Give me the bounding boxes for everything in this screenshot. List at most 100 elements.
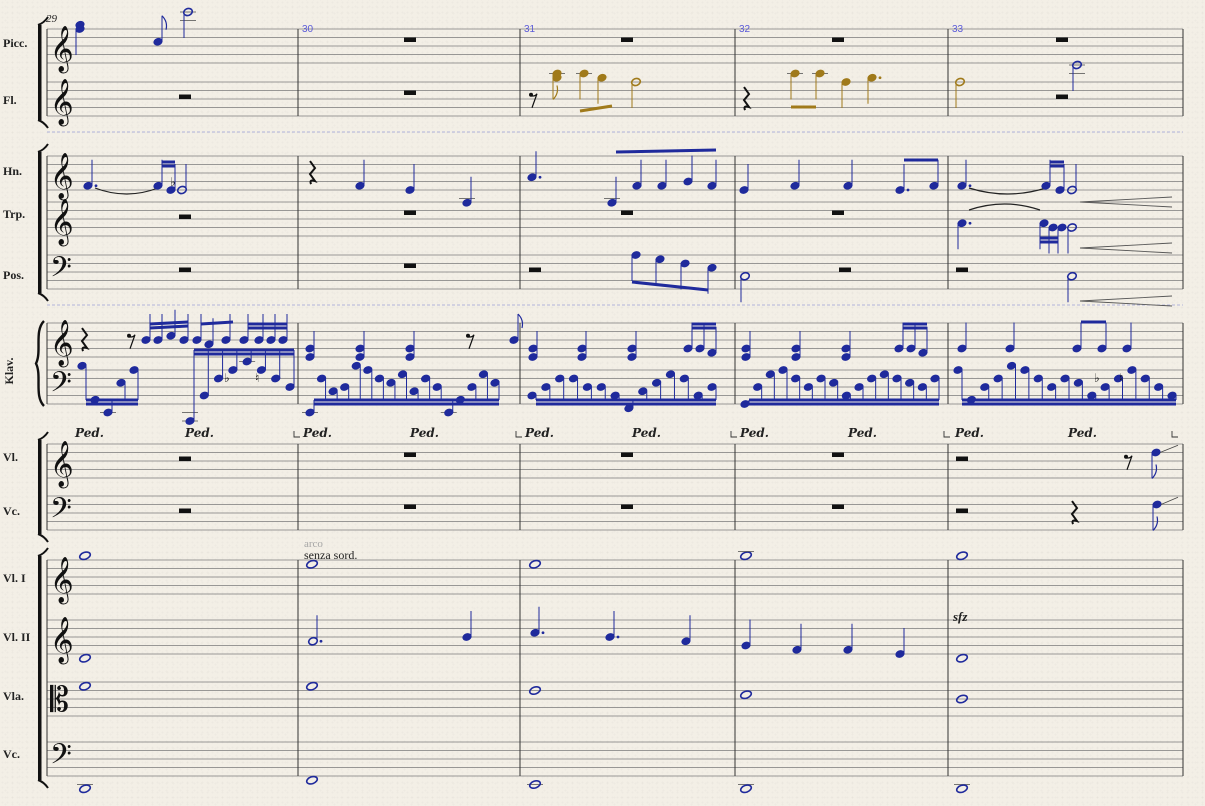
half-rest-icon	[956, 456, 968, 461]
pedal-mark: Ped.	[739, 426, 769, 440]
treble-clef-icon: 𝄞	[50, 557, 74, 605]
instrument-label-vl1: Vl. I	[3, 571, 26, 585]
note[interactable]	[305, 775, 319, 785]
flat-icon: ♭	[170, 175, 176, 189]
pedal-release	[730, 431, 737, 438]
whole-rest-icon	[621, 210, 633, 215]
treble-clef-icon: 𝄞	[50, 617, 74, 665]
instrument-label-hn: Hn.	[3, 164, 22, 178]
system-brackets	[34, 16, 49, 789]
bracket-brass-hook	[37, 292, 49, 302]
note[interactable]	[955, 551, 969, 561]
instrument-label-klav: Klav.	[2, 357, 16, 384]
alto-clef-icon: 𝄡	[50, 680, 69, 720]
eighth-rest-icon	[128, 334, 136, 349]
whole-rest-icon	[832, 210, 844, 215]
technique-senza-sord: senza sord.	[304, 548, 357, 562]
instrument-label-fl: Fl.	[3, 93, 17, 107]
beam	[579, 104, 613, 113]
dynamic-sfz: sfz	[952, 609, 968, 624]
instrument-label-vc2: Vc.	[3, 747, 20, 761]
note[interactable]	[739, 690, 753, 700]
bracket-solo-strings-hook	[37, 533, 49, 543]
natural-icon: ♮	[255, 371, 259, 385]
note[interactable]	[78, 551, 92, 561]
note[interactable]	[955, 784, 969, 794]
note[interactable]	[739, 551, 753, 561]
augmentation-dot	[968, 221, 972, 225]
pedal-mark: Ped.	[184, 426, 214, 440]
instrument-label-pos: Pos.	[3, 268, 24, 282]
beam	[149, 320, 189, 326]
instrument-label-vc: Vc.	[3, 504, 20, 518]
beam	[149, 324, 189, 330]
augmentation-dot	[878, 76, 882, 80]
half-rest-icon	[179, 214, 191, 219]
notes-layer[interactable]: ♭ ♭ ♮ ♭ ♮	[75, 7, 1178, 794]
pedal-mark: Ped.	[302, 426, 332, 440]
bracket-strings	[38, 556, 42, 780]
note[interactable]	[78, 681, 92, 691]
note-flag	[1152, 516, 1159, 531]
tie	[94, 187, 159, 195]
pedal-mark: Ped.	[524, 426, 554, 440]
note[interactable]	[78, 784, 92, 794]
bracket-solo-strings	[38, 440, 42, 534]
measure-number: 30	[302, 24, 314, 35]
augmentation-dot	[538, 175, 542, 179]
tie	[968, 203, 1041, 211]
note-flag	[552, 85, 559, 100]
staff-lines: 𝄞𝄞𝄞𝄞𝄢𝄞𝄢𝄞𝄢𝄞𝄞𝄡𝄢	[46, 26, 1184, 778]
whole-rest-icon	[404, 37, 416, 42]
augmentation-dot	[906, 188, 910, 192]
measure-number-first: 29	[46, 13, 58, 25]
half-rest-icon	[179, 94, 191, 99]
measure-number: 31	[524, 24, 536, 35]
treble-clef-icon: 𝄞	[50, 199, 74, 247]
whole-rest-icon	[832, 37, 844, 42]
note[interactable]	[528, 559, 542, 569]
whole-rest-icon	[404, 504, 416, 509]
bracket-brass-hook	[37, 143, 49, 153]
instrument-label-picc: Picc.	[3, 36, 27, 50]
instrument-label-trp: Trp.	[3, 207, 25, 221]
whole-rest-icon	[621, 504, 633, 509]
half-rest-icon	[956, 267, 968, 272]
bracket-woodwinds-hook	[37, 119, 49, 129]
treble-clef-icon: 𝄞	[50, 26, 74, 74]
note[interactable]	[305, 681, 319, 691]
pedal-mark: Ped.	[409, 426, 439, 440]
pedal-mark: Ped.	[74, 426, 104, 440]
eighth-rest-icon	[1125, 455, 1133, 470]
note[interactable]	[955, 653, 969, 663]
augmentation-dot	[616, 635, 620, 639]
half-rest-icon	[956, 508, 968, 513]
pedal-release	[1171, 431, 1178, 438]
piano-brace	[34, 320, 45, 407]
whole-rest-icon	[404, 452, 416, 457]
whole-rest-icon	[404, 90, 416, 95]
slide-line	[1159, 444, 1179, 453]
treble-clef-icon: 𝄞	[50, 320, 74, 368]
pedal-mark: Ped.	[1067, 426, 1097, 440]
pedal-mark: Ped.	[847, 426, 877, 440]
half-rest-icon	[179, 456, 191, 461]
note[interactable]	[78, 653, 92, 663]
bracket-solo-strings-hook	[37, 431, 49, 441]
augmentation-dot	[94, 184, 98, 188]
bass-clef-icon: 𝄢	[50, 492, 72, 532]
hairpin-crescendo	[1079, 242, 1173, 254]
bass-clef-icon: 𝄢	[50, 251, 72, 291]
pedal-release	[515, 431, 522, 438]
bracket-strings-hook	[37, 547, 49, 557]
note[interactable]	[739, 784, 753, 794]
pedal-release	[943, 431, 950, 438]
bass-clef-icon: 𝄢	[50, 738, 72, 778]
note-flag	[161, 15, 168, 30]
tie	[968, 187, 1047, 195]
bracket-strings-hook	[37, 779, 49, 789]
whole-rest-icon	[621, 37, 633, 42]
hairpin-crescendo	[1079, 295, 1173, 307]
eighth-rest-icon	[467, 334, 475, 349]
score-canvas[interactable]: 𝄞𝄞𝄞𝄞𝄢𝄞𝄢𝄞𝄢𝄞𝄞𝄡𝄢 Picc.Fl.Hn.Trp.Pos.Klav.Vl…	[0, 0, 1205, 806]
